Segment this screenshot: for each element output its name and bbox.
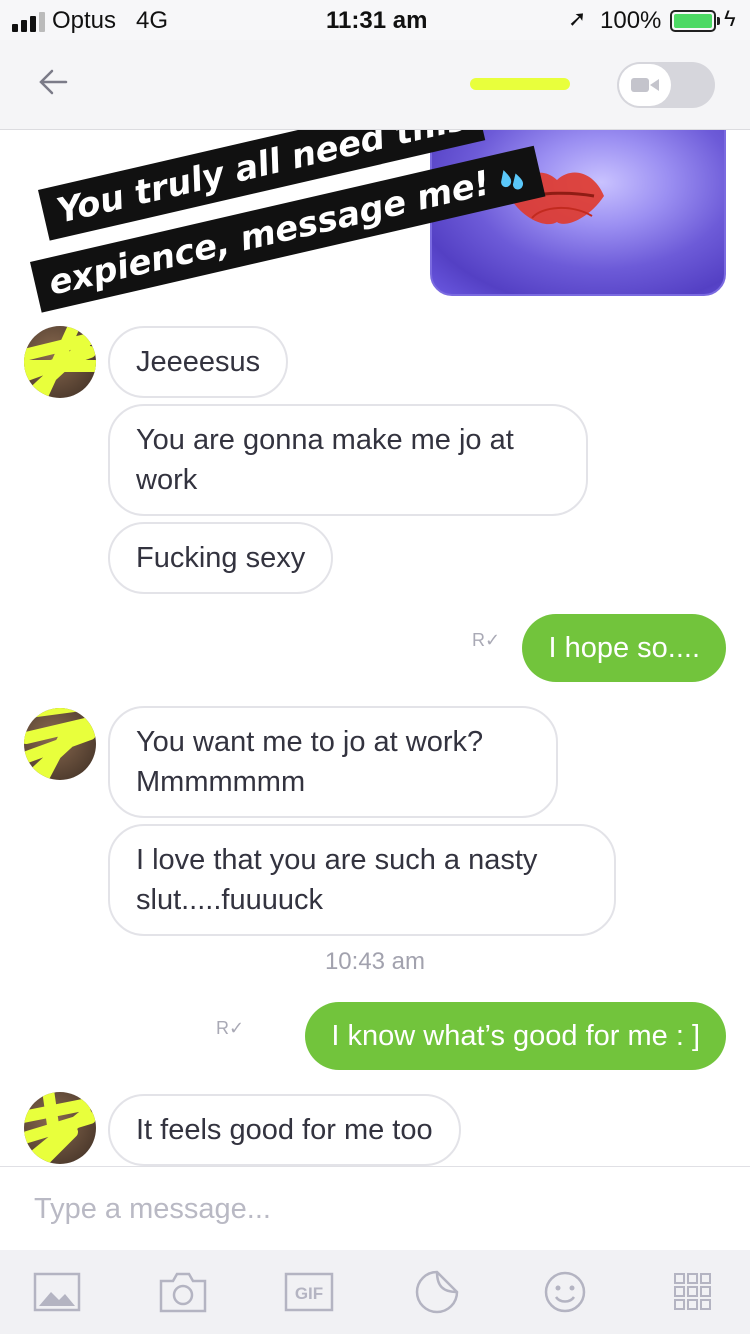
sticker-icon[interactable]	[412, 1270, 462, 1314]
message-bubble-incoming[interactable]: You are gonna make me jo at work	[108, 404, 588, 516]
redaction-scribble	[24, 708, 96, 780]
location-arrow-icon: ➚	[568, 6, 587, 31]
message-bubble-outgoing[interactable]: I know what’s good for me : ]	[305, 1002, 726, 1070]
redaction-scribble	[24, 326, 96, 398]
message-bubble-incoming[interactable]: I love that you are such a nasty slut...…	[108, 824, 616, 936]
sweat-droplets-icon	[493, 155, 531, 201]
attachment-toolbar: GIF	[0, 1250, 750, 1334]
video-call-toggle[interactable]	[617, 62, 715, 108]
carrier-name: Optus 4G	[52, 7, 169, 34]
message-bubble-incoming[interactable]: Jeeeesus	[108, 326, 289, 398]
message-bubble-incoming[interactable]: Fucking sexy	[108, 522, 334, 594]
battery-icon	[670, 10, 720, 32]
camera-icon[interactable]	[158, 1270, 208, 1314]
avatar[interactable]	[24, 1092, 96, 1164]
emoji-icon[interactable]	[540, 1270, 590, 1314]
message-input[interactable]	[34, 1187, 714, 1231]
battery-percent: 100%	[600, 7, 662, 34]
read-receipt-icon: R✓	[472, 630, 501, 650]
charging-bolt-icon: ϟ	[724, 6, 736, 31]
message-bubble-incoming[interactable]: It feels good for me too	[108, 1094, 461, 1166]
status-bar: Optus 4G 11:31 am ➚ 100% ϟ	[0, 0, 750, 40]
message-bubble-incoming[interactable]: You want me to jo at work? Mmmmmmm	[108, 706, 558, 818]
message-timestamp: 10:43 am	[324, 948, 426, 975]
status-time: 11:31 am	[326, 7, 428, 34]
signal-icon	[12, 12, 45, 32]
read-receipt-icon: R✓	[216, 1018, 245, 1038]
network-type: 4G	[136, 7, 169, 34]
composer	[0, 1166, 750, 1250]
svg-text:GIF: GIF	[295, 1284, 323, 1303]
video-camera-icon	[619, 64, 671, 106]
redaction-scribble	[24, 1092, 96, 1164]
avatar[interactable]	[24, 708, 96, 780]
chat-header	[0, 40, 750, 130]
redaction-scribble	[470, 78, 570, 90]
gif-icon[interactable]: GIF	[284, 1270, 334, 1314]
overlay-banner: You truly all need this expience, messag…	[10, 130, 546, 313]
grid-icon[interactable]	[668, 1270, 718, 1314]
back-arrow-icon[interactable]	[36, 62, 76, 102]
avatar[interactable]	[24, 326, 96, 398]
message-list[interactable]: You truly all need this expience, messag…	[0, 130, 750, 1166]
message-bubble-outgoing[interactable]: I hope so....	[522, 614, 726, 682]
image-icon[interactable]	[32, 1270, 82, 1314]
